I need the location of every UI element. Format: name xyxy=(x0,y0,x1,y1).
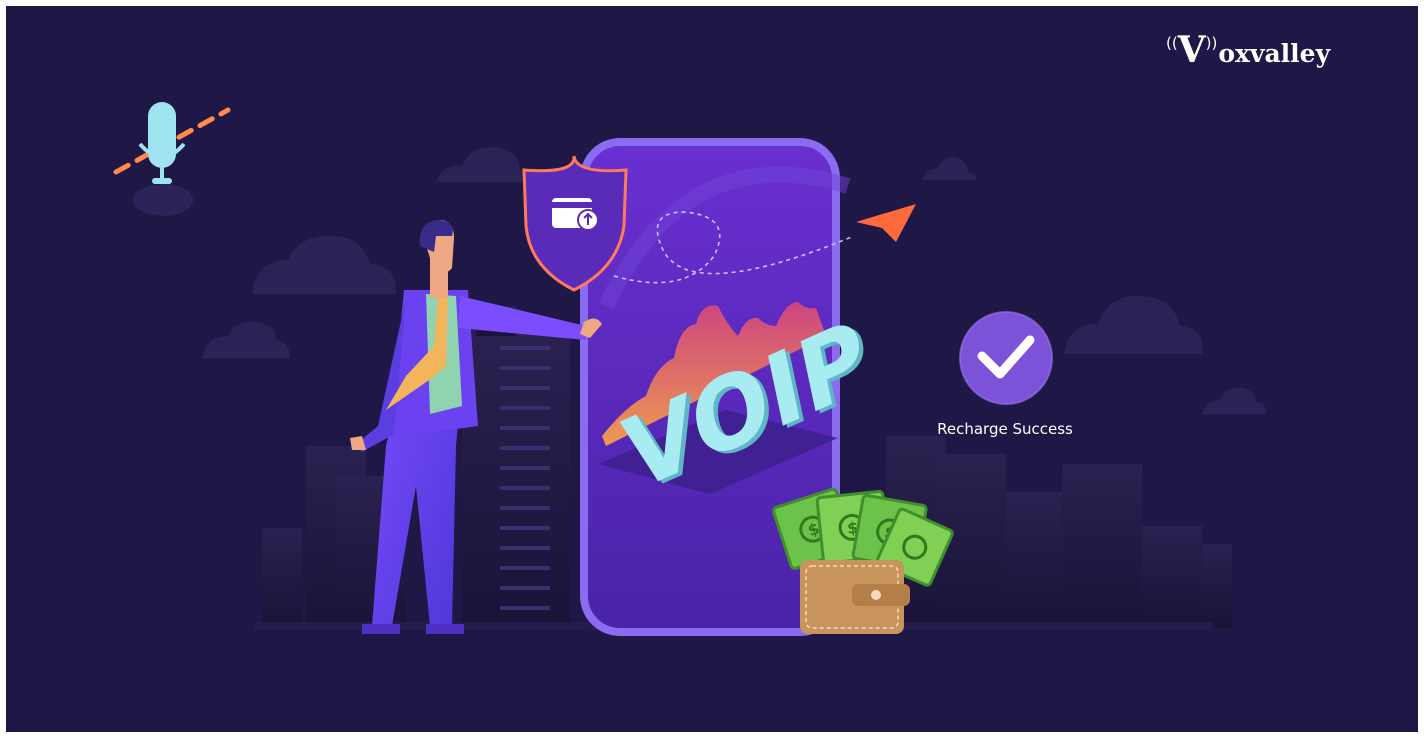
logo-letter: V xyxy=(1177,29,1206,71)
banner-illustration: VOIP VOIP $ $ xyxy=(113,102,1267,636)
voip-banner: VOIP VOIP $ $ ((V)) oxvalley Recharge … xyxy=(6,6,1418,732)
logo-wordmark: oxvalley xyxy=(1218,39,1331,68)
paper-plane-icon xyxy=(856,204,916,242)
recharge-success-label: Recharge Success xyxy=(937,420,1073,438)
check-circle-icon xyxy=(959,311,1053,405)
voxvalley-logo: (( V )) oxvalley xyxy=(1166,32,1330,68)
logo-wave-right: )) xyxy=(1205,34,1218,52)
microphone-icon xyxy=(113,102,231,216)
logo-wave-left: (( xyxy=(1166,34,1178,52)
